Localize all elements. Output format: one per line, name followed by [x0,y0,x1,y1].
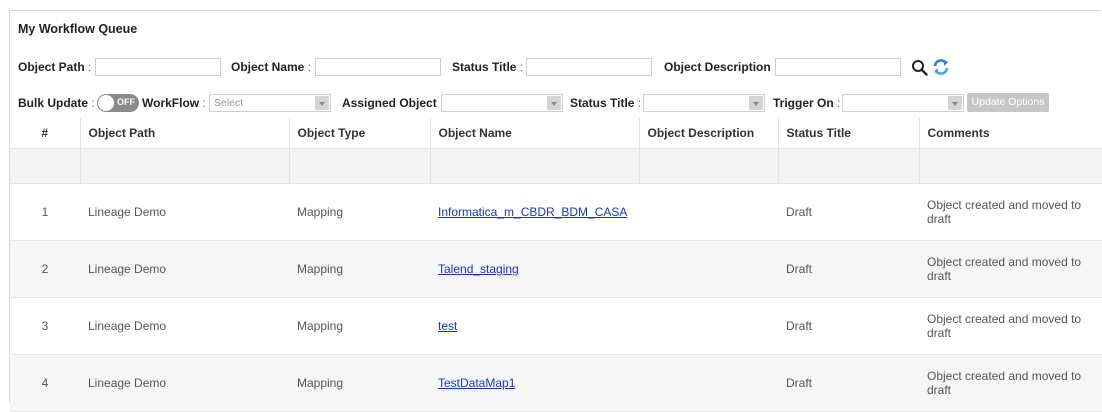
cell-object-name: Talend_staging [430,240,639,298]
chevron-down-icon [948,96,962,110]
cell-comments: Object created and moved to draft [919,354,1102,412]
object-path-input[interactable] [95,58,221,76]
bulk-update-label: Bulk Update : [18,96,95,110]
filter-cell[interactable] [919,148,1102,184]
object-name-link[interactable]: Informatica_m_CBDR_BDM_CASA [438,205,627,219]
cell-object-description [639,354,778,412]
column-header-comments[interactable]: Comments [919,118,1102,149]
column-header-object-type[interactable]: Object Type [289,118,431,149]
object-name-input[interactable] [315,58,441,76]
cell-object-description [639,297,778,355]
chevron-down-icon [547,96,561,110]
search-icon[interactable] [911,59,929,77]
column-header-object-path[interactable]: Object Path [80,118,290,149]
cell-object-path: Lineage Demo [80,183,289,241]
object-path-label: Object Path : [18,60,92,74]
trigger-on-select[interactable] [842,94,964,112]
cell-object-path: Lineage Demo [80,354,289,412]
toggle-knob [98,95,114,111]
column-header-object-name[interactable]: Object Name [430,118,640,149]
object-name-link[interactable]: test [438,319,457,333]
cell-object-description [639,240,778,298]
cell-status-title: Draft [778,240,919,298]
row-number: 2 [10,240,80,298]
cell-status-title: Draft [778,354,919,412]
table-row[interactable]: 2 Lineage Demo Mapping Talend_staging Dr… [10,240,1102,298]
cell-object-name: Informatica_m_CBDR_BDM_CASA [430,183,639,241]
column-header-number[interactable]: # [10,118,81,149]
cell-object-type: Mapping [289,297,430,355]
bulk-update-toggle[interactable]: OFF [97,94,139,112]
filter-cell[interactable] [639,148,779,184]
table-header-row: # Object Path Object Type Object Name Ob… [10,118,1102,149]
assigned-object-select[interactable] [441,94,563,112]
bulk-status-title-label: Status Title : [570,96,642,110]
cell-object-type: Mapping [289,183,430,241]
filter-cell[interactable] [430,148,640,184]
column-header-object-description[interactable]: Object Description [639,118,779,149]
filter-cell[interactable] [289,148,431,184]
status-title-input[interactable] [526,58,652,76]
cell-status-title: Draft [778,183,919,241]
cell-object-name: test [430,297,639,355]
cell-comments: Object created and moved to draft [919,240,1102,298]
table-row[interactable]: 4 Lineage Demo Mapping TestDataMap1 Draf… [10,354,1102,412]
filter-cell[interactable] [80,148,290,184]
row-number: 3 [10,297,80,355]
cell-comments: Object created and moved to draft [919,297,1102,355]
cell-object-type: Mapping [289,240,430,298]
status-title-label: Status Title : [452,60,524,74]
object-description-input[interactable] [775,58,901,76]
cell-object-type: Mapping [289,354,430,412]
workflow-select[interactable]: Select [209,94,331,112]
row-number: 1 [10,183,80,241]
object-description-label: Object Description : [664,60,777,74]
object-name-link[interactable]: Talend_staging [438,262,519,276]
filter-cell[interactable] [778,148,920,184]
toggle-text: OFF [117,97,135,107]
row-number: 4 [10,354,80,412]
assigned-object-label: Assigned Object : [342,96,443,110]
workflow-label: WorkFlow : [142,96,206,110]
filter-cell [10,148,81,184]
bulk-status-title-select[interactable] [643,94,765,112]
workflow-select-value: Select [214,97,244,109]
object-name-link[interactable]: TestDataMap1 [438,376,515,390]
cell-object-path: Lineage Demo [80,297,289,355]
cell-object-name: TestDataMap1 [430,354,639,412]
cell-status-title: Draft [778,297,919,355]
workflow-queue-table: # Object Path Object Type Object Name Ob… [10,118,1102,412]
cell-object-description [639,183,778,241]
table-row[interactable]: 3 Lineage Demo Mapping test Draft Object… [10,297,1102,355]
panel-title: My Workflow Queue [18,22,138,36]
refresh-icon[interactable] [932,58,950,76]
chevron-down-icon [749,96,763,110]
update-options-button[interactable]: Update Options [967,93,1049,112]
cell-comments: Object created and moved to draft [919,183,1102,241]
trigger-on-label: Trigger On : [773,96,841,110]
cell-object-path: Lineage Demo [80,240,289,298]
table-row[interactable]: 1 Lineage Demo Mapping Informatica_m_CBD… [10,183,1102,241]
chevron-down-icon [315,96,329,110]
object-name-label: Object Name : [231,60,312,74]
filter-row [10,148,1102,184]
column-header-status-title[interactable]: Status Title [778,118,920,149]
